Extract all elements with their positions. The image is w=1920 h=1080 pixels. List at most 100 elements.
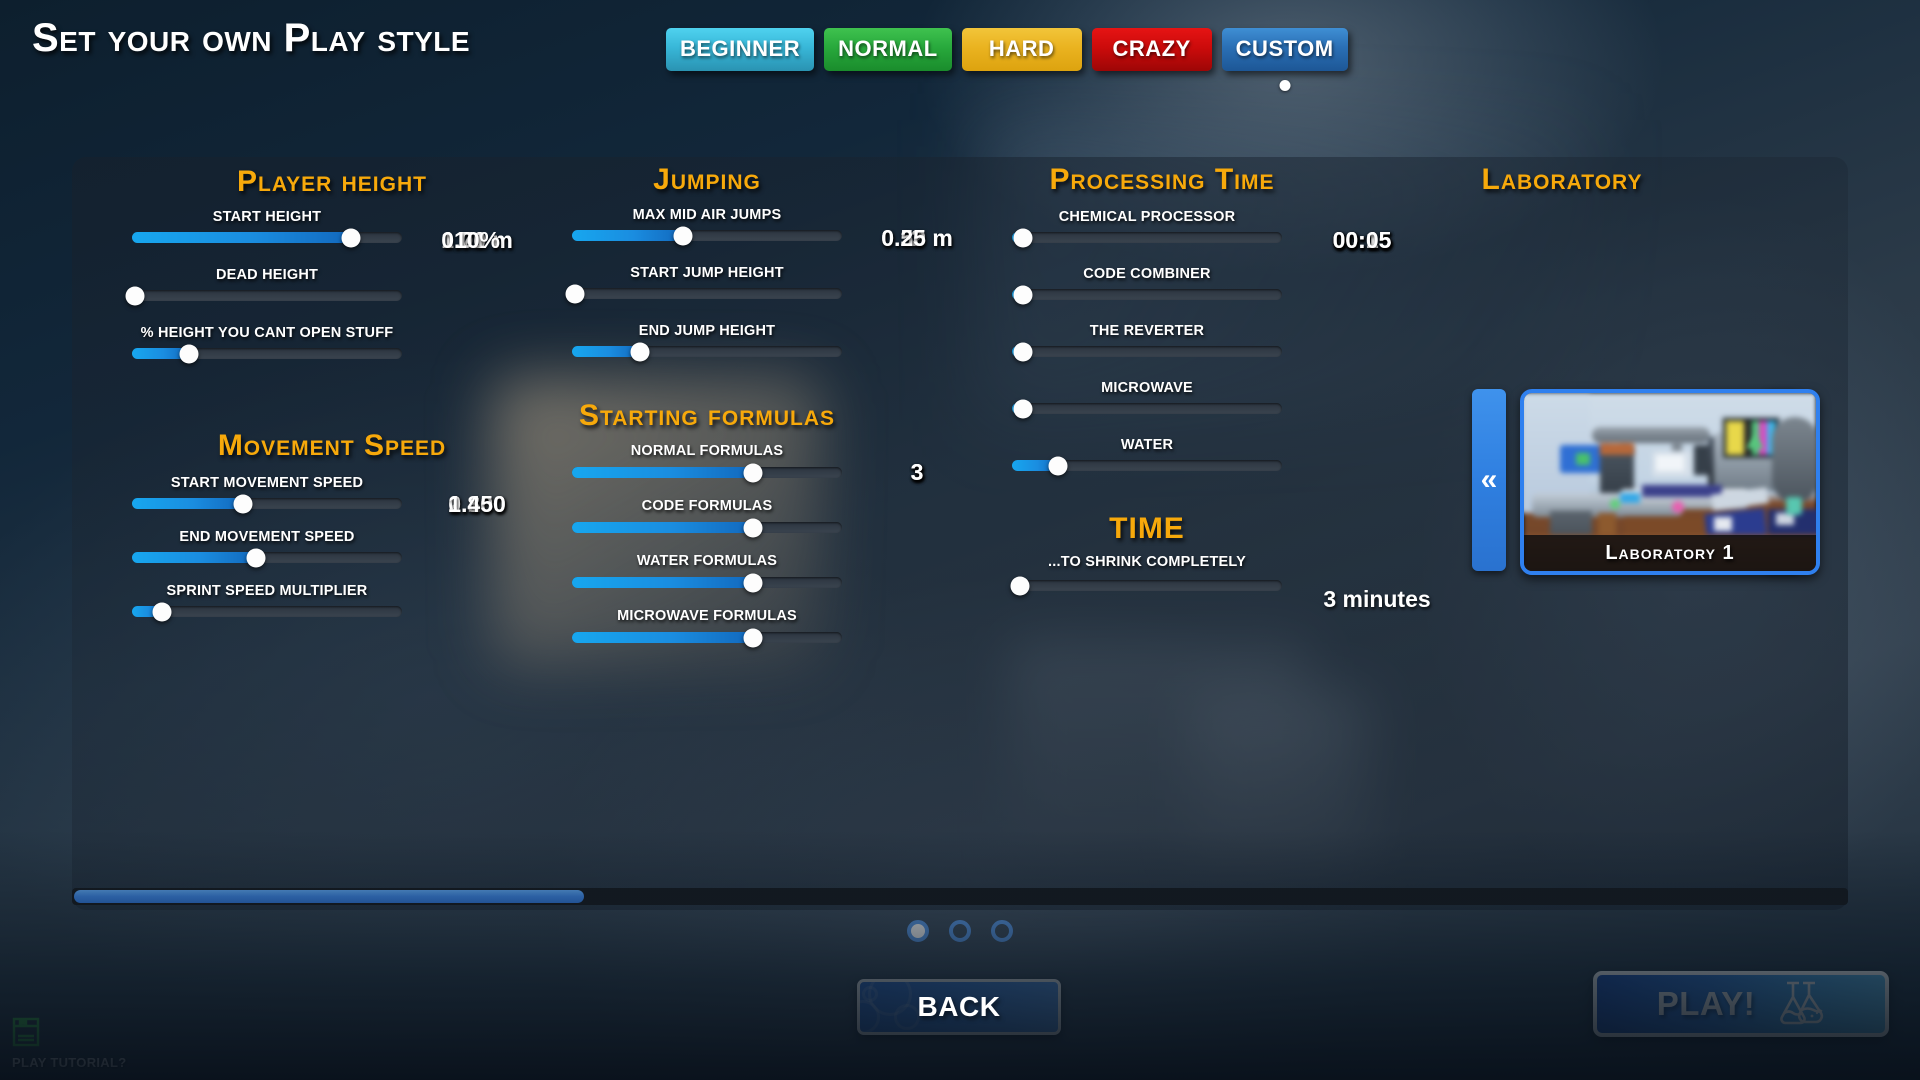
slider-label: CODE FORMULAS bbox=[641, 498, 773, 515]
slider-track[interactable] bbox=[572, 226, 842, 245]
slider-track[interactable] bbox=[1010, 576, 1282, 595]
laboratory-prev-button[interactable]: « bbox=[1472, 389, 1506, 571]
slider-knob[interactable] bbox=[630, 342, 649, 361]
slider-value: 3 minutes bbox=[1323, 586, 1431, 612]
difficulty-button-beginner[interactable]: BEGINNER bbox=[666, 28, 815, 71]
difficulty-button-custom[interactable]: CUSTOM bbox=[1221, 28, 1348, 91]
slider-knob[interactable] bbox=[565, 284, 585, 303]
slider-track[interactable] bbox=[1012, 399, 1282, 418]
slider-group-processing-time: CHEMICAL PROCESSOR 00:15 CODE COMBINER 0… bbox=[1012, 209, 1442, 492]
slider-label: THE REVERTER bbox=[1089, 323, 1205, 339]
section-title-time: TIME bbox=[1109, 512, 1185, 545]
slider-fill bbox=[572, 230, 683, 241]
slider-fill bbox=[572, 577, 753, 589]
slider-track[interactable] bbox=[132, 344, 402, 363]
difficulty-selector: BEGINNER NORMAL HARD CRAZY CUSTOM bbox=[666, 28, 1348, 91]
slider-row: % HEIGHT YOU CANT OPEN STUFF 10% bbox=[132, 227, 532, 381]
settings-panel: Player height START HEIGHT 1.70 m DEAD H… bbox=[72, 157, 1848, 910]
slider-knob[interactable] bbox=[743, 518, 763, 538]
back-button-label: BACK bbox=[917, 991, 1001, 1022]
slider-row: WATER FORMULAS 3 bbox=[572, 459, 972, 606]
slider-label: NORMAL FORMULAS bbox=[630, 443, 784, 460]
section-title-jumping: Jumping bbox=[653, 163, 761, 196]
difficulty-label-hard: HARD bbox=[988, 36, 1055, 61]
slider-knob[interactable] bbox=[179, 344, 199, 363]
difficulty-label-beginner: BEGINNER bbox=[680, 36, 801, 61]
section-title-laboratory: Laboratory bbox=[1481, 163, 1643, 196]
slider-knob[interactable] bbox=[743, 463, 763, 483]
difficulty-label-crazy: CRAZY bbox=[1112, 36, 1191, 61]
slider-group-player-height: START HEIGHT 1.70 m DEAD HEIGHT 0.01 m %… bbox=[125, 209, 532, 381]
slider-track[interactable] bbox=[1012, 285, 1282, 304]
slider-label: CODE COMBINER bbox=[1083, 266, 1211, 282]
difficulty-button-hard[interactable]: HARD bbox=[961, 28, 1082, 71]
slider-knob[interactable] bbox=[1013, 399, 1033, 418]
selected-indicator-dot bbox=[1279, 80, 1291, 91]
difficulty-button-crazy[interactable]: CRAZY bbox=[1091, 28, 1212, 71]
slider-track[interactable] bbox=[1012, 228, 1282, 247]
game-settings-screen: Set your own Play style BEGINNER NORMAL … bbox=[0, 0, 1920, 1080]
slider-label: START HEIGHT bbox=[212, 209, 322, 225]
section-title-processing-time: Processing Time bbox=[1049, 163, 1275, 196]
slider-label: SPRINT SPEED MULTIPLIER bbox=[166, 583, 368, 599]
slider-knob[interactable] bbox=[743, 628, 763, 648]
slider-knob[interactable] bbox=[233, 494, 253, 513]
slider-knob[interactable] bbox=[125, 286, 145, 305]
slider-knob[interactable] bbox=[1010, 576, 1030, 595]
slider-label: MICROWAVE bbox=[1101, 380, 1193, 396]
slider-fill bbox=[572, 522, 753, 534]
slider-value: 0.25 m bbox=[881, 225, 953, 251]
slider-row: END JUMP HEIGHT 0.25 m bbox=[572, 225, 972, 379]
slider-knob[interactable] bbox=[246, 548, 266, 567]
section-title-movement-speed: Movement Speed bbox=[217, 429, 447, 462]
slider-track[interactable] bbox=[132, 602, 402, 621]
slider-fill bbox=[132, 232, 351, 243]
slider-track[interactable] bbox=[125, 286, 402, 305]
slider-knob[interactable] bbox=[152, 602, 172, 621]
slider-fill bbox=[132, 552, 257, 563]
column-player: Player height START HEIGHT 1.70 m DEAD H… bbox=[125, 157, 532, 637]
slider-label: CHEMICAL PROCESSOR bbox=[1058, 209, 1236, 225]
column-jumping: Jumping MAX MID AIR JUMPS 2 START JUMP H… bbox=[565, 157, 972, 663]
slider-knob[interactable] bbox=[1013, 342, 1033, 361]
slider-value: 00:05 bbox=[1332, 227, 1392, 253]
slider-knob[interactable] bbox=[1013, 285, 1033, 304]
slider-track[interactable] bbox=[132, 228, 402, 247]
slider-knob[interactable] bbox=[673, 226, 693, 245]
difficulty-label-custom: CUSTOM bbox=[1235, 36, 1334, 61]
slider-row: DEAD HEIGHT 0.01 m bbox=[125, 227, 532, 323]
laboratory-preview[interactable]: Laboratory 1 bbox=[1520, 389, 1820, 575]
chevron-double-left-icon: « bbox=[1480, 463, 1498, 496]
slider-knob[interactable] bbox=[1013, 228, 1033, 247]
page-title: Set your own Play style bbox=[32, 16, 471, 60]
slider-track[interactable] bbox=[565, 284, 842, 303]
slider-track[interactable] bbox=[572, 573, 842, 593]
difficulty-button-normal[interactable]: NORMAL bbox=[824, 28, 952, 71]
time-subtitle: ...TO SHRINK COMPLETELY bbox=[1048, 554, 1246, 570]
slider-track[interactable] bbox=[132, 494, 402, 513]
slider-fill bbox=[572, 632, 753, 644]
slider-track[interactable] bbox=[572, 342, 842, 361]
slider-track[interactable] bbox=[1012, 342, 1282, 361]
slider-row: CODE COMBINER 00:15 bbox=[1012, 227, 1442, 321]
slider-fill bbox=[572, 467, 753, 479]
slider-label: WATER bbox=[1120, 437, 1174, 453]
slider-knob[interactable] bbox=[341, 228, 361, 247]
slider-label: END JUMP HEIGHT bbox=[638, 323, 776, 339]
column-processing: Processing Time CHEMICAL PROCESSOR 00:15… bbox=[1010, 157, 1442, 637]
difficulty-label-normal: NORMAL bbox=[838, 36, 938, 61]
slider-track[interactable] bbox=[1012, 456, 1282, 475]
slider-label: MICROWAVE FORMULAS bbox=[617, 608, 797, 625]
slider-knob[interactable] bbox=[1048, 456, 1068, 475]
slider-track[interactable] bbox=[572, 628, 842, 648]
slider-track[interactable] bbox=[572, 463, 842, 483]
section-title-player-height: Player height bbox=[237, 165, 427, 198]
slider-knob[interactable] bbox=[743, 573, 763, 593]
slider-track[interactable] bbox=[132, 548, 402, 567]
slider-value: 10% bbox=[453, 227, 501, 253]
slider-group-jumping: MAX MID AIR JUMPS 2 START JUMP HEIGHT 0.… bbox=[565, 207, 972, 379]
slider-track[interactable] bbox=[572, 518, 842, 538]
slider-label: END MOVEMENT SPEED bbox=[179, 529, 355, 545]
slider-row: MICROWAVE FORMULAS 3 bbox=[572, 459, 972, 661]
slider-label: WATER FORMULAS bbox=[636, 553, 778, 570]
